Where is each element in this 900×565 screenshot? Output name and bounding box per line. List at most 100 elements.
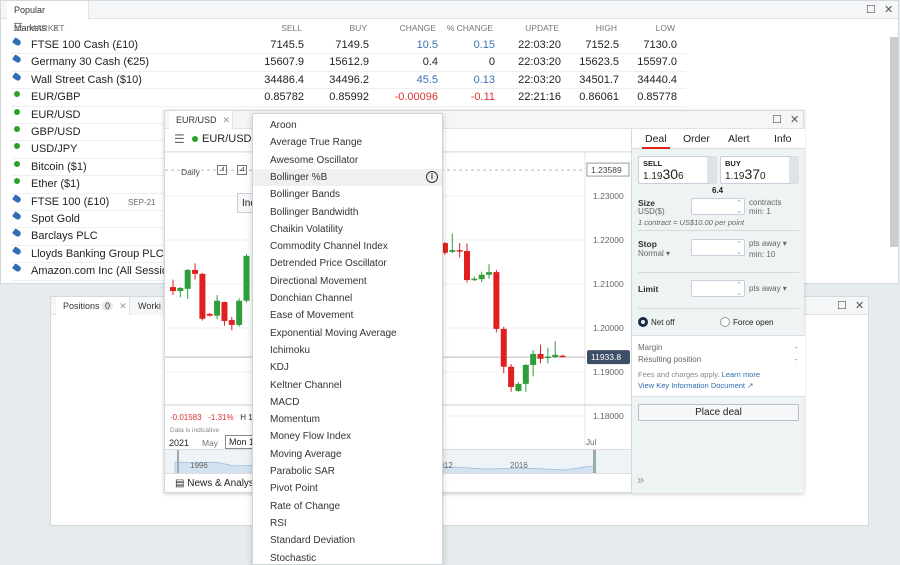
indicator-option[interactable]: Bollinger Bands	[253, 186, 442, 203]
candle-body	[456, 250, 463, 252]
info-icon[interactable]: i	[426, 170, 438, 183]
chart-type-icon[interactable]: .ıl	[217, 165, 227, 175]
low-value: 34440.4	[637, 73, 677, 86]
column-header[interactable]: LOW	[656, 23, 675, 33]
tab-info[interactable]: Info	[774, 133, 792, 145]
tab-deal[interactable]: Deal	[642, 133, 670, 149]
interval-selector[interactable]: Daily	[181, 167, 200, 177]
market-name: FTSE 100 Cash (£10)	[31, 39, 138, 51]
maximize-icon[interactable]: ☐	[772, 113, 782, 126]
market-name: Ether ($1)	[31, 178, 80, 191]
candle-body	[486, 272, 493, 275]
market-row[interactable]: EUR/GBP 0.85782 0.85992 -0.00096 -0.11 22:21:…	[11, 89, 686, 107]
indicator-option[interactable]: Detrended Price Oscillator	[253, 255, 442, 272]
collapse-panel-icon[interactable]: »	[637, 472, 644, 487]
change-value: -0.01583	[170, 413, 202, 422]
limit-input[interactable]	[691, 280, 745, 297]
stop-input[interactable]	[691, 239, 745, 256]
maximize-icon[interactable]: ☐	[837, 299, 847, 312]
close-icon[interactable]: ✕	[855, 299, 864, 312]
indicator-option[interactable]: Stochastic	[253, 550, 442, 565]
indicator-option[interactable]: Rate of Change	[253, 498, 442, 515]
stop-label: Stop	[638, 239, 657, 249]
tab-label: Worki	[138, 301, 161, 311]
buy-button[interactable]: BUY 1.19370	[720, 156, 799, 184]
indicator-option[interactable]: Awesome Oscillator	[253, 152, 442, 169]
indicator-option[interactable]: Pivot Point	[253, 480, 442, 497]
indicator-option[interactable]: Chaikin Volatility	[253, 221, 442, 238]
candle-body	[177, 287, 184, 292]
candle-body	[192, 269, 199, 274]
tab-popular-markets[interactable]: Popular Markets ✕	[7, 1, 89, 33]
indicator-option[interactable]: Ease of Movement	[253, 307, 442, 324]
option-label: Bollinger %B	[270, 171, 328, 183]
resulting-position-label: Resulting position	[638, 355, 702, 364]
indicator-option[interactable]: Momentum	[253, 411, 442, 428]
maximize-icon[interactable]: ☐	[866, 3, 876, 16]
indicator-option[interactable]: Average True Range	[253, 134, 442, 151]
indicator-option[interactable]: MACD	[253, 394, 442, 411]
dot-icon	[14, 143, 20, 150]
indicator-option[interactable]: Money Flow Index	[253, 428, 442, 445]
candle-body	[537, 353, 544, 359]
place-deal-button[interactable]: Place deal	[638, 404, 799, 421]
tag-icon	[12, 193, 22, 204]
tab-order[interactable]: Order	[683, 133, 710, 145]
column-header[interactable]: MARKET	[29, 23, 64, 33]
indicator-option[interactable]: Directional Movement	[253, 273, 442, 290]
high-value: 0.86061	[579, 91, 619, 104]
indicator-option[interactable]: Ichimoku	[253, 342, 442, 359]
market-row[interactable]: FTSE 100 Cash (£10) 7145.5 7149.5 10.5 0.15 2…	[11, 37, 686, 55]
scrollbar[interactable]	[890, 37, 898, 247]
indicator-option[interactable]: Keltner Channel	[253, 377, 442, 394]
close-icon[interactable]: ✕	[119, 301, 127, 311]
market-name: Spot Gold	[31, 213, 80, 225]
candle-body	[206, 313, 213, 316]
column-header[interactable]: CHANGE	[400, 23, 436, 33]
column-header[interactable]: SELL	[281, 23, 302, 33]
indicator-option[interactable]: Aroon	[253, 117, 442, 134]
column-header[interactable]: UPDATE	[525, 23, 559, 33]
indicator-option[interactable]: Bollinger %B i	[253, 168, 442, 187]
net-off-radio[interactable]	[638, 317, 648, 327]
column-header[interactable]: % CHANGE	[447, 23, 493, 33]
column-header[interactable]: BUY	[350, 23, 367, 33]
drawing-tools-icon[interactable]: ⊿	[237, 165, 247, 175]
candle-body	[500, 328, 507, 367]
limit-unit-select[interactable]: pts away ▾	[749, 284, 787, 293]
tab-alert[interactable]: Alert	[728, 133, 750, 145]
size-unit: contracts	[749, 198, 782, 207]
low-value: 7130.0	[643, 39, 677, 51]
size-input[interactable]	[691, 198, 745, 215]
stop-type-select[interactable]: Normal ▾	[638, 249, 670, 258]
indicator-dropdown: Aroon Average True Range Awesome Oscillato…	[252, 113, 443, 565]
tab-label: Positions	[63, 301, 100, 311]
indicator-option[interactable]: Donchian Channel	[253, 290, 442, 307]
indicator-option[interactable]: Exponential Moving Average	[253, 325, 442, 342]
indicator-option[interactable]: Standard Deviation	[253, 532, 442, 549]
indicator-option[interactable]: Moving Average	[253, 446, 442, 463]
news-icon: ▤	[175, 478, 185, 489]
close-icon[interactable]: ✕	[884, 3, 893, 16]
column-header[interactable]: HIGH	[596, 23, 617, 33]
indicator-option[interactable]: Parabolic SAR	[253, 463, 442, 480]
indicator-option[interactable]: RSI	[253, 515, 442, 532]
positions-count-badge: 0	[102, 301, 114, 311]
column-menu-icon[interactable]: ☰	[13, 21, 23, 34]
force-open-radio[interactable]	[720, 317, 730, 327]
market-row[interactable]: Wall Street Cash ($10) 34486.4 34496.2 45.5…	[11, 72, 686, 90]
indicator-option[interactable]: KDJ	[253, 359, 442, 376]
option-label: Aroon	[270, 120, 297, 131]
close-icon[interactable]: ✕	[790, 113, 799, 126]
change-value: 45.5	[416, 73, 438, 86]
indicator-option[interactable]: Commodity Channel Index	[253, 238, 442, 255]
kid-link[interactable]: View Key Information Document ↗	[638, 381, 753, 390]
size-currency: USD($)	[638, 207, 665, 216]
market-row[interactable]: Germany 30 Cash (€25) 15607.9 15612.9 0.4 0 2…	[11, 54, 686, 72]
option-label: Money Flow Index	[270, 431, 352, 443]
learn-more-link[interactable]: Learn more	[722, 370, 760, 379]
stop-unit-select[interactable]: pts away ▾	[749, 239, 787, 248]
sell-button[interactable]: SELL 1.19306	[638, 156, 717, 184]
indicator-option[interactable]: Bollinger Bandwidth	[253, 204, 442, 221]
tab-positions[interactable]: Positions 0 ✕	[56, 297, 130, 315]
